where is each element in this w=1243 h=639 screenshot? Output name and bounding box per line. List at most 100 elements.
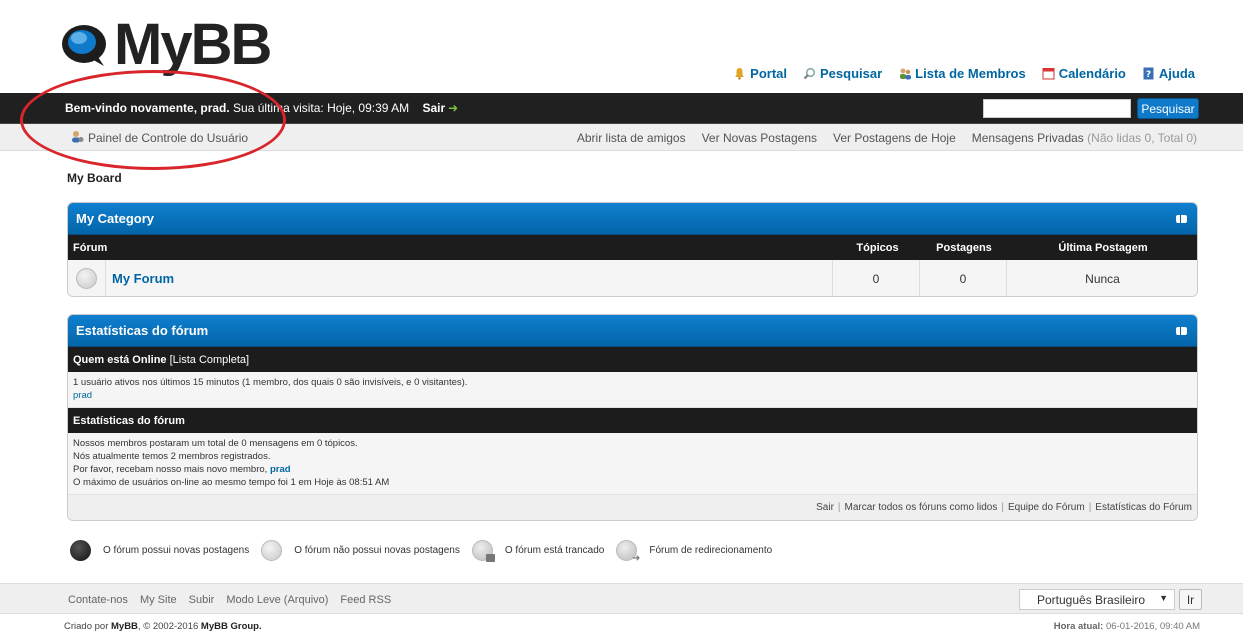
pm-counts: (Não lidas 0, Total 0) <box>1087 131 1197 145</box>
panel-links: Abrir lista de amigos Ver Novas Postagen… <box>577 131 1197 145</box>
footer-links: Contate-nos My Site Subir Modo Leve (Arq… <box>68 594 391 606</box>
col-forum: Fórum <box>73 241 108 254</box>
nav-help[interactable]: ? Ajuda <box>1142 66 1195 81</box>
full-list-link[interactable]: [Lista Completa] <box>170 354 249 366</box>
stats-title: Estatísticas do fórum <box>76 323 209 338</box>
nav-portal-label: Portal <box>750 66 787 81</box>
language-value: Português Brasileiro <box>1037 592 1146 607</box>
new-posts-link[interactable]: Ver Novas Postagens <box>702 131 817 145</box>
forum-row: My Forum 0 0 Nunca <box>68 260 1197 296</box>
forum-stats-link[interactable]: Estatísticas do Fórum <box>1095 502 1192 513</box>
forum-team-link[interactable]: Equipe do Fórum <box>1008 502 1085 513</box>
time-value: 06-01-2016, 09:40 AM <box>1105 621 1200 632</box>
help-icon: ? <box>1142 67 1155 80</box>
separator: | <box>1088 502 1092 513</box>
my-site-link[interactable]: My Site <box>140 594 177 606</box>
pm-label: Mensagens Privadas <box>971 131 1084 145</box>
category-header: My Category <box>68 203 1197 235</box>
nav-help-label: Ajuda <box>1158 66 1195 81</box>
stats-line-newest: Por favor, recebam nosso mais novo membr… <box>73 463 1192 476</box>
col-last-post: Última Postagem <box>1058 241 1148 254</box>
stats-line-record: O máximo de usuários on-line ao mesmo te… <box>73 477 390 488</box>
buddy-list-link[interactable]: Abrir lista de amigos <box>577 131 686 145</box>
stats-footer-links: Sair | Marcar todos os fóruns como lidos |… <box>68 495 1197 520</box>
mybb-group-link[interactable]: MyBB Group. <box>201 621 262 632</box>
separator: | <box>837 502 841 513</box>
rss-feed-link[interactable]: Feed RSS <box>340 594 391 606</box>
legend-label: O fórum possui novas postagens <box>103 545 250 556</box>
nav-calendar[interactable]: Calendário <box>1042 66 1126 81</box>
copyright: Criado por MyBB, © 2002-2016 MyBB Group. <box>64 621 262 632</box>
private-messages-link[interactable]: Mensagens Privadas (Não lidas 0, Total 0… <box>972 131 1197 145</box>
legend-item: Fórum de redirecionamento <box>616 540 773 564</box>
mybb-link[interactable]: MyBB <box>111 621 138 632</box>
board-stats-table: Estatísticas do fórum Quem está Online [… <box>67 314 1198 521</box>
nav-search-label: Pesquisar <box>820 66 883 81</box>
forum-name-cell: My Forum <box>106 260 833 296</box>
legend-label: Fórum de redirecionamento <box>649 545 773 556</box>
mark-read-link[interactable]: Marcar todos os fóruns como lidos <box>845 502 998 513</box>
back-to-top-link[interactable]: Subir <box>189 594 215 606</box>
logo-bubble-icon <box>60 22 112 68</box>
nav-calendar-label: Calendário <box>1058 66 1126 81</box>
board-stats-title: Estatísticas do fórum <box>73 414 185 427</box>
redirect-forum-icon <box>616 540 640 564</box>
col-posts: Postagens <box>936 241 992 254</box>
nav-members-label: Lista de Membros <box>915 66 1026 81</box>
legend-label: O fórum não possui novas postagens <box>294 545 460 556</box>
logout-arrow-icon: ➜ <box>448 101 459 115</box>
online-user-link[interactable]: prad <box>73 390 92 401</box>
footer-bar: Contate-nos My Site Subir Modo Leve (Arq… <box>0 583 1243 614</box>
nav-portal[interactable]: Portal <box>733 66 787 81</box>
todays-posts-link[interactable]: Ver Postagens de Hoje <box>833 131 956 145</box>
whos-online-body: 1 usuário ativos nos últimos 15 minutos … <box>68 372 1197 408</box>
stats-line-members: Nós atualmente temos 2 membros registrad… <box>73 451 271 462</box>
current-time: Hora atual: 06-01-2016, 09:40 AM <box>1054 621 1200 632</box>
separator: | <box>1001 502 1004 513</box>
logout-link[interactable]: Sair ➜ <box>422 101 458 115</box>
breadcrumb[interactable]: My Board <box>67 171 122 185</box>
online-summary: 1 usuário ativos nos últimos 15 minutos … <box>73 377 468 388</box>
forum-link[interactable]: My Forum <box>112 271 174 286</box>
board-stats-header: Estatísticas do fórum <box>68 408 1197 433</box>
legend-item: O fórum está trancado <box>471 540 605 562</box>
nav-members[interactable]: Lista de Membros <box>898 66 1026 81</box>
forum-status-cell <box>68 260 106 296</box>
logo-text: MyBB <box>114 12 272 77</box>
calendar-icon <box>1042 67 1055 80</box>
legend-label: O fórum está trancado <box>504 545 605 556</box>
category-title[interactable]: My Category <box>76 211 154 226</box>
copyright-prefix: Criado por <box>64 621 109 632</box>
svg-text:?: ? <box>1146 70 1151 80</box>
stats-line-posts: Nossos membros postaram um total de 0 me… <box>73 438 358 449</box>
mybb-logo[interactable]: MyBB <box>60 12 272 77</box>
forum-last-post: Nunca <box>1085 271 1120 286</box>
lite-mode-link[interactable]: Modo Leve (Arquivo) <box>226 594 328 606</box>
locked-forum-icon <box>471 540 495 562</box>
search-input[interactable] <box>983 99 1131 118</box>
legend-item: O fórum possui novas postagens <box>70 540 249 561</box>
newest-member-prefix: Por favor, recebam nosso mais novo membr… <box>73 464 268 475</box>
collapse-icon[interactable] <box>1176 327 1187 335</box>
bell-icon <box>733 67 746 80</box>
new-posts-icon <box>70 540 91 561</box>
newest-member-link[interactable]: prad <box>270 464 291 475</box>
logout-footer-link[interactable]: Sair <box>816 502 834 513</box>
top-nav: Portal Pesquisar Lista de Membros Calend… <box>733 66 1195 81</box>
forum-posts: 0 <box>920 260 1007 296</box>
chevron-down-icon: ▼ <box>1159 593 1168 603</box>
logout-label: Sair <box>422 101 446 115</box>
board-stats-body: Nossos membros postaram um total de 0 me… <box>68 433 1197 495</box>
nav-search[interactable]: Pesquisar <box>803 66 882 81</box>
contact-link[interactable]: Contate-nos <box>68 594 128 606</box>
red-annotation-ellipse <box>20 70 286 170</box>
forum-icon-legend: O fórum possui novas postagens O fórum n… <box>70 540 784 564</box>
stats-header: Estatísticas do fórum <box>68 315 1197 347</box>
language-select[interactable]: Português Brasileiro ▼ <box>1019 589 1175 610</box>
no-new-posts-icon <box>76 268 97 289</box>
search-button[interactable]: Pesquisar <box>1137 98 1199 119</box>
whos-online-title[interactable]: Quem está Online <box>73 354 167 366</box>
collapse-icon[interactable] <box>1176 215 1187 223</box>
go-button[interactable]: Ir <box>1179 589 1202 610</box>
no-new-posts-icon <box>261 540 283 561</box>
